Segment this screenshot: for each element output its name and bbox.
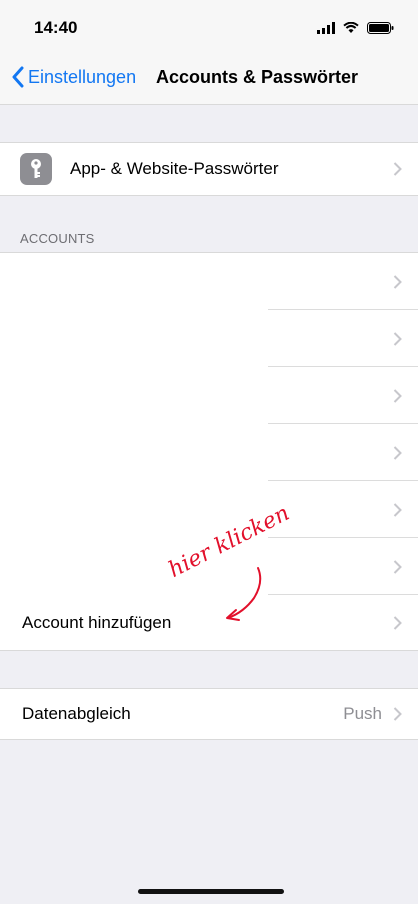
accounts-section-header: ACCOUNTS	[20, 231, 95, 246]
navigation-bar: Einstellungen Accounts & Passwörter	[0, 52, 418, 105]
fetch-new-data-row[interactable]: Datenabgleich Push	[0, 689, 418, 739]
chevron-right-icon	[393, 707, 402, 721]
cellular-signal-icon	[317, 22, 335, 34]
back-button[interactable]: Einstellungen	[12, 66, 136, 88]
home-indicator[interactable]	[138, 889, 284, 894]
battery-icon	[367, 22, 394, 34]
chevron-right-icon	[393, 388, 402, 403]
back-label: Einstellungen	[28, 66, 137, 87]
chevron-right-icon	[393, 615, 402, 630]
wifi-icon	[343, 22, 359, 33]
page-title: Accounts & Passwörter	[156, 67, 359, 87]
chevron-right-icon	[393, 502, 402, 517]
account-row[interactable]	[0, 310, 418, 367]
status-time: 14:40	[34, 18, 78, 37]
status-icons	[317, 22, 394, 34]
fetch-value: Push	[343, 704, 382, 723]
fetch-group: Datenabgleich Push	[0, 688, 418, 740]
app-website-passwords-row[interactable]: App- & Website-Passwörter	[0, 143, 418, 195]
chevron-right-icon	[393, 162, 402, 176]
annotation-arrow-icon	[226, 567, 262, 621]
account-row[interactable]	[0, 424, 418, 481]
key-icon	[20, 153, 52, 185]
account-row[interactable]	[0, 253, 418, 310]
chevron-left-icon	[12, 66, 24, 88]
chevron-right-icon	[393, 559, 402, 574]
chevron-right-icon	[393, 445, 402, 460]
passwords-group: App- & Website-Passwörter	[0, 142, 418, 196]
add-account-label: Account hinzufügen	[22, 612, 172, 632]
chevron-right-icon	[393, 331, 402, 346]
passwords-label: App- & Website-Passwörter	[70, 159, 279, 178]
status-bar: 14:40	[0, 0, 418, 52]
chevron-right-icon	[393, 274, 402, 289]
account-row[interactable]	[0, 367, 418, 424]
fetch-label: Datenabgleich	[22, 704, 131, 723]
